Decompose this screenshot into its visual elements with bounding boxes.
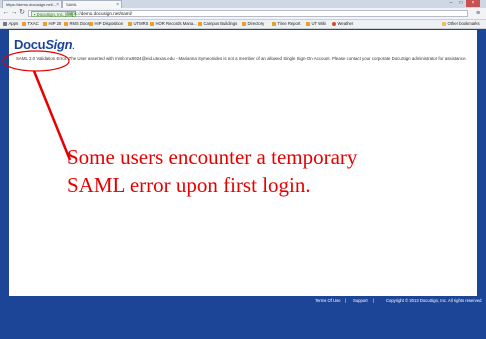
annotation-caption: Some users encounter a temporary SAML er…: [67, 143, 467, 199]
annotation-line-2: SAML error upon first login.: [67, 173, 311, 197]
annotation-arrow: [32, 70, 72, 161]
highlight-circle: [2, 50, 70, 72]
annotation-line-1: Some users encounter a temporary: [67, 145, 358, 169]
